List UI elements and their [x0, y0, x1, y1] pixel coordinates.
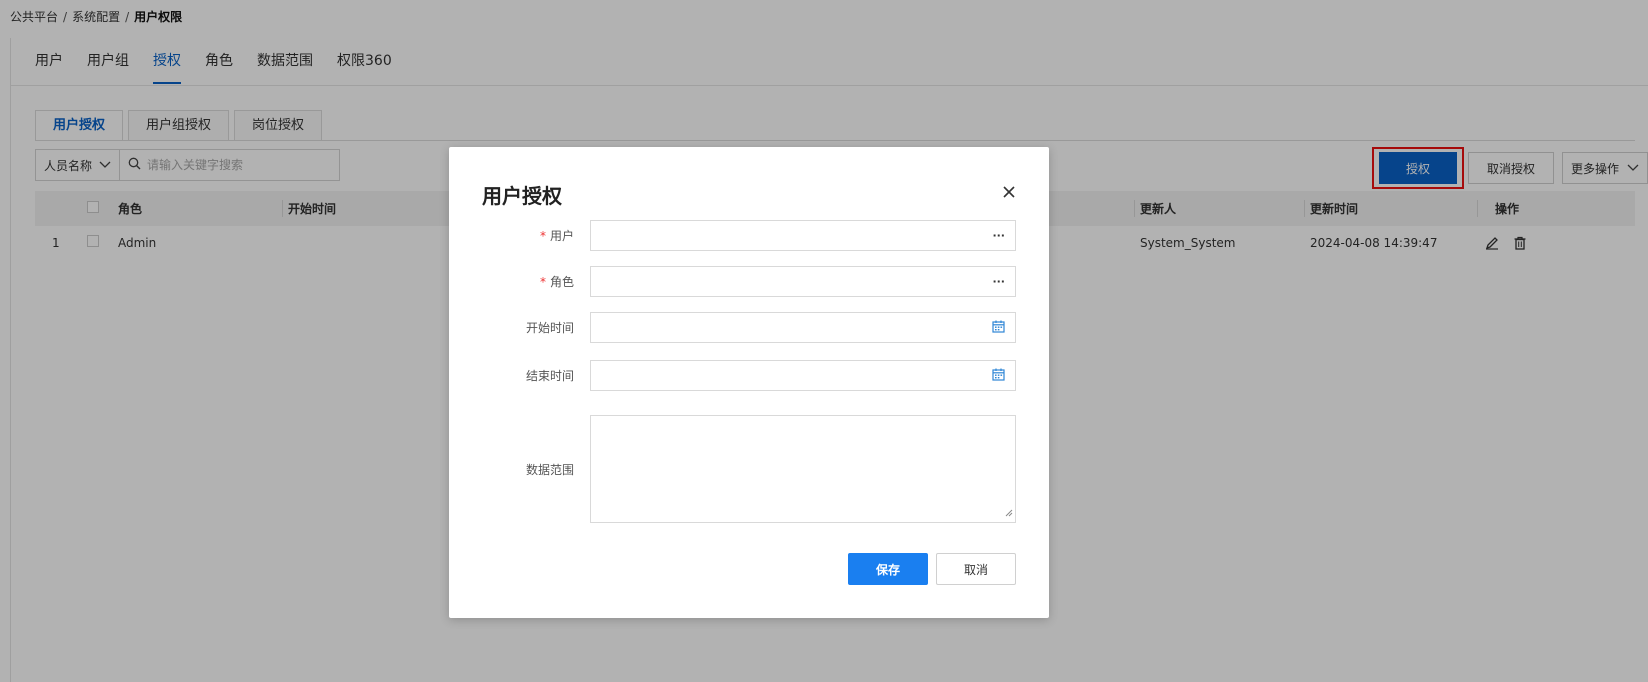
form-row-user: * 用户 ··· — [449, 220, 1049, 251]
start-time-field[interactable] — [590, 312, 1016, 343]
user-authorization-dialog: 用户授权 * 用户 ··· * 角色 ··· 开始时间 结束时间 数据范围 保存… — [449, 147, 1049, 618]
ellipsis-icon[interactable]: ··· — [992, 229, 1005, 242]
cancel-button[interactable]: 取消 — [936, 553, 1016, 585]
data-scope-textarea[interactable] — [590, 415, 1016, 523]
end-time-label: 结束时间 — [525, 369, 574, 383]
data-scope-label: 数据范围 — [525, 462, 574, 477]
end-time-field[interactable] — [590, 360, 1016, 391]
user-label: * 用户 — [449, 227, 574, 244]
calendar-icon[interactable] — [992, 368, 1005, 384]
form-row-role: * 角色 ··· — [449, 266, 1049, 297]
required-mark: * — [539, 229, 546, 243]
ellipsis-icon[interactable]: ··· — [992, 275, 1005, 288]
user-label-text: 用户 — [549, 229, 574, 243]
form-row-start-time: 开始时间 — [449, 312, 1049, 343]
role-label: * 角色 — [449, 273, 574, 290]
save-button[interactable]: 保存 — [848, 553, 928, 585]
role-field[interactable]: ··· — [590, 266, 1016, 297]
close-icon[interactable] — [999, 182, 1019, 202]
dialog-title: 用户授权 — [482, 184, 562, 208]
start-time-label: 开始时间 — [525, 321, 574, 335]
resize-grip-icon[interactable] — [1005, 506, 1013, 520]
form-row-data-scope: 数据范围 — [449, 415, 1049, 523]
required-mark: * — [539, 275, 546, 289]
calendar-icon[interactable] — [992, 320, 1005, 336]
role-label-text: 角色 — [549, 275, 574, 289]
form-row-end-time: 结束时间 — [449, 360, 1049, 391]
user-field[interactable]: ··· — [590, 220, 1016, 251]
